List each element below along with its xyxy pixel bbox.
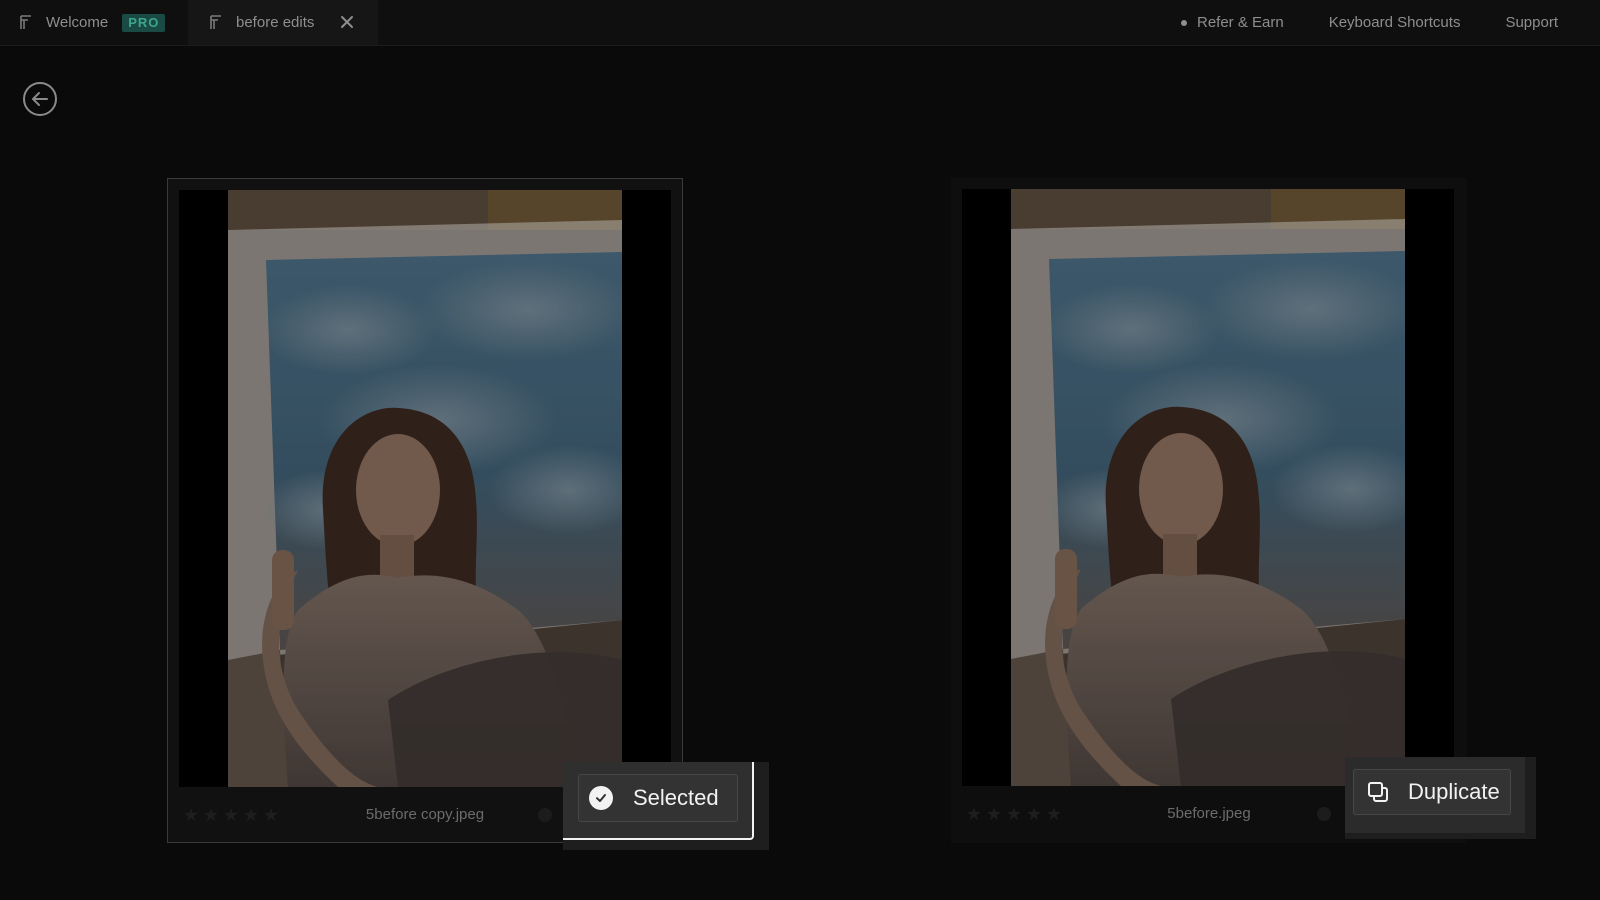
image-card[interactable]: ★ ★ ★ ★ ★ 5before.jpeg (951, 178, 1467, 843)
image-frame (179, 190, 671, 787)
check-circle-icon (589, 786, 613, 810)
image-preview (1011, 189, 1405, 786)
dot-icon (1180, 19, 1187, 26)
image-frame (962, 189, 1454, 786)
color-label-dot[interactable] (538, 808, 552, 822)
image-preview (228, 190, 622, 787)
duplicate-icon (1368, 782, 1388, 802)
refer-earn-link[interactable]: Refer & Earn (1180, 14, 1284, 31)
selected-button[interactable]: Selected (578, 774, 738, 822)
close-icon[interactable] (338, 13, 356, 31)
app-logo-icon (20, 15, 31, 29)
pro-badge: PRO (122, 13, 166, 32)
support-link[interactable]: Support (1505, 14, 1558, 31)
selected-label: Selected (633, 785, 719, 810)
refer-earn-label: Refer & Earn (1196, 14, 1284, 31)
selected-popover: Selected (563, 762, 769, 850)
app-logo-icon (210, 15, 221, 29)
arrow-left-circle-icon[interactable] (22, 81, 58, 117)
keyboard-shortcuts-label: Keyboard Shortcuts (1328, 14, 1461, 31)
color-label-dot[interactable] (1317, 807, 1331, 821)
tab-welcome[interactable]: Welcome PRO (0, 0, 188, 45)
duplicate-button[interactable]: Duplicate (1353, 769, 1511, 815)
tab-label: Welcome (46, 14, 109, 31)
duplicate-popover: Duplicate (1345, 757, 1536, 839)
tab-label: before edits (236, 14, 315, 31)
support-label: Support (1505, 14, 1558, 31)
keyboard-shortcuts-link[interactable]: Keyboard Shortcuts (1329, 14, 1461, 31)
top-nav: Refer & Earn Keyboard Shortcuts Support (1180, 0, 1600, 45)
image-card-selected[interactable]: ★ ★ ★ ★ ★ 5before copy.jpeg (167, 178, 683, 843)
top-bar: Welcome PRO before edits Refer & Earn Ke… (0, 0, 1600, 46)
duplicate-label: Duplicate (1408, 779, 1500, 804)
tab-before-edits[interactable]: before edits (188, 0, 378, 45)
